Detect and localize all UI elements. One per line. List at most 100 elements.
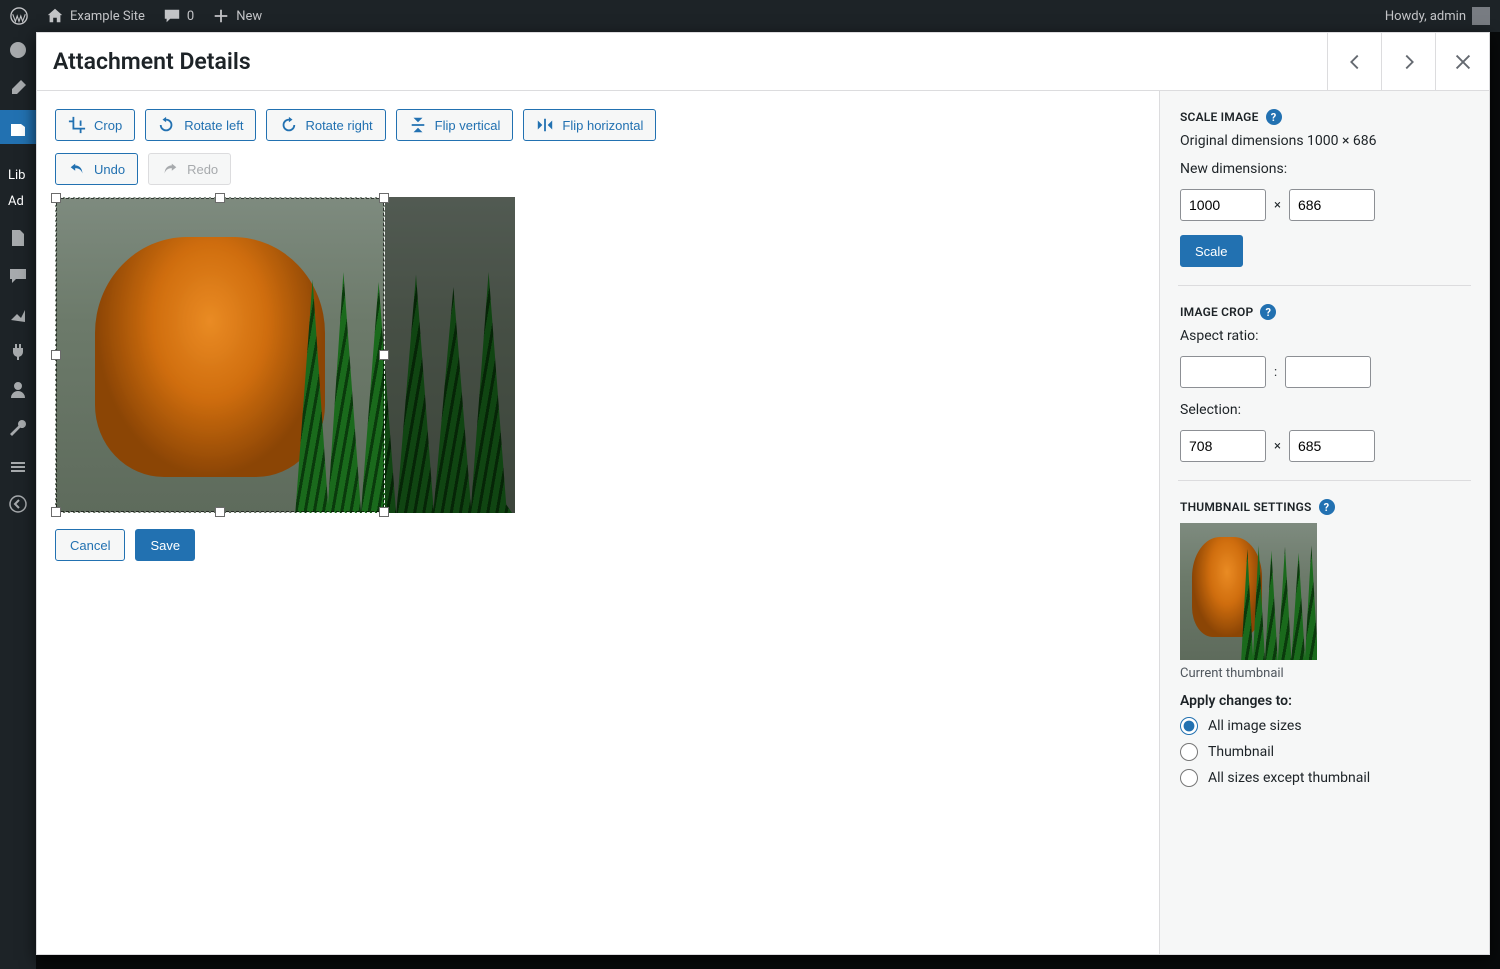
menu-tools-icon[interactable]	[8, 418, 28, 438]
scale-title-text: SCALE IMAGE	[1180, 110, 1259, 124]
howdy-link[interactable]: Howdy, admin	[1385, 7, 1490, 25]
times-symbol: ×	[1274, 439, 1281, 454]
flip-horizontal-button[interactable]: Flip horizontal	[523, 109, 656, 141]
crop-handle-n[interactable]	[215, 193, 225, 203]
flip-horizontal-label: Flip horizontal	[562, 118, 643, 133]
apply-changes-label: Apply changes to:	[1180, 693, 1469, 709]
divider	[1178, 285, 1471, 286]
action-row: Cancel Save	[55, 529, 1141, 561]
new-link[interactable]: New	[212, 7, 262, 25]
flip-vertical-button[interactable]: Flip vertical	[396, 109, 514, 141]
crop-title: IMAGE CROP?	[1180, 304, 1469, 320]
save-button[interactable]: Save	[135, 529, 195, 561]
apply-except-radio[interactable]	[1180, 769, 1198, 787]
media-submenu: Lib Ad	[8, 166, 25, 218]
help-icon[interactable]: ?	[1266, 109, 1282, 125]
next-button[interactable]	[1381, 33, 1435, 90]
scale-button[interactable]: Scale	[1180, 235, 1243, 267]
crop-title-text: IMAGE CROP	[1180, 305, 1253, 319]
scale-inputs: ×	[1180, 189, 1469, 221]
apply-thumb-option[interactable]: Thumbnail	[1180, 743, 1469, 761]
avatar	[1472, 7, 1490, 25]
selection-h-input[interactable]	[1289, 430, 1375, 462]
menu-users-icon[interactable]	[8, 380, 28, 400]
modal-nav	[1327, 33, 1489, 90]
divider	[1178, 480, 1471, 481]
attachment-details-modal: Attachment Details Crop Rotate left Rota…	[36, 32, 1490, 955]
thumb-title-text: THUMBNAIL SETTINGS	[1180, 500, 1312, 514]
scale-width-input[interactable]	[1180, 189, 1266, 221]
crop-button[interactable]: Crop	[55, 109, 135, 141]
redo-label: Redo	[187, 162, 218, 177]
crop-handle-e[interactable]	[379, 350, 389, 360]
menu-settings-icon[interactable]	[8, 456, 28, 476]
new-label: New	[236, 9, 262, 24]
chevron-left-icon	[1344, 51, 1366, 73]
site-link[interactable]: Example Site	[46, 7, 145, 25]
submenu-library[interactable]: Lib	[8, 166, 25, 186]
crop-selection[interactable]	[55, 197, 385, 513]
menu-plugins-icon[interactable]	[8, 342, 28, 362]
close-button[interactable]	[1435, 33, 1489, 90]
rotate-right-button[interactable]: Rotate right	[266, 109, 385, 141]
comments-link[interactable]: 0	[163, 7, 194, 25]
rotate-left-button[interactable]: Rotate left	[145, 109, 256, 141]
scale-title: SCALE IMAGE?	[1180, 109, 1469, 125]
apply-all-option[interactable]: All image sizes	[1180, 717, 1469, 735]
menu-media-icon[interactable]	[0, 110, 36, 144]
menu-dashboard-icon[interactable]	[8, 40, 28, 60]
flip-horizontal-icon	[536, 116, 554, 134]
aspect-h-input[interactable]	[1285, 356, 1371, 388]
crop-handle-nw[interactable]	[51, 193, 61, 203]
help-icon[interactable]: ?	[1319, 499, 1335, 515]
crop-handle-s[interactable]	[215, 507, 225, 517]
crop-label: Crop	[94, 118, 122, 133]
apply-thumb-radio[interactable]	[1180, 743, 1198, 761]
close-icon	[1452, 51, 1474, 73]
current-thumbnail	[1180, 523, 1317, 660]
crop-handle-w[interactable]	[51, 350, 61, 360]
menu-collapse-icon[interactable]	[8, 494, 28, 514]
history-toolbar: Undo Redo	[55, 153, 1141, 185]
site-name: Example Site	[70, 9, 145, 24]
wp-logo[interactable]	[10, 7, 28, 25]
apply-thumb-label: Thumbnail	[1208, 744, 1274, 760]
undo-button[interactable]: Undo	[55, 153, 138, 185]
submenu-add-new[interactable]: Ad	[8, 192, 25, 212]
image-preview[interactable]	[55, 197, 515, 513]
admin-bar: Example Site 0 New Howdy, admin	[0, 0, 1500, 32]
redo-icon	[161, 160, 179, 178]
crop-icon	[68, 116, 86, 134]
rotate-left-icon	[158, 116, 176, 134]
original-dimensions: Original dimensions 1000 × 686	[1180, 133, 1469, 149]
aspect-ratio-label: Aspect ratio:	[1180, 328, 1469, 344]
undo-label: Undo	[94, 162, 125, 177]
selection-w-input[interactable]	[1180, 430, 1266, 462]
help-icon[interactable]: ?	[1260, 304, 1276, 320]
howdy-text: Howdy, admin	[1385, 9, 1466, 24]
menu-pages-icon[interactable]	[8, 228, 28, 248]
cancel-button[interactable]: Cancel	[55, 529, 125, 561]
scale-height-input[interactable]	[1289, 189, 1375, 221]
crop-handle-sw[interactable]	[51, 507, 61, 517]
apply-except-option[interactable]: All sizes except thumbnail	[1180, 769, 1469, 787]
selection-label: Selection:	[1180, 402, 1469, 418]
selection-inputs: ×	[1180, 430, 1469, 462]
apply-except-label: All sizes except thumbnail	[1208, 770, 1370, 786]
rotate-right-label: Rotate right	[305, 118, 372, 133]
colon-symbol: :	[1274, 365, 1277, 380]
prev-button[interactable]	[1327, 33, 1381, 90]
apply-all-radio[interactable]	[1180, 717, 1198, 735]
modal-title: Attachment Details	[37, 48, 251, 75]
aspect-w-input[interactable]	[1180, 356, 1266, 388]
menu-appearance-icon[interactable]	[8, 304, 28, 324]
chevron-right-icon	[1398, 51, 1420, 73]
current-thumbnail-label: Current thumbnail	[1180, 666, 1469, 681]
menu-comments-icon[interactable]	[8, 266, 28, 286]
crop-handle-ne[interactable]	[379, 193, 389, 203]
menu-posts-icon[interactable]	[8, 78, 28, 98]
edit-sidebar: SCALE IMAGE? Original dimensions 1000 × …	[1159, 91, 1489, 954]
undo-icon	[68, 160, 86, 178]
crop-handle-se[interactable]	[379, 507, 389, 517]
comments-count: 0	[187, 9, 194, 24]
